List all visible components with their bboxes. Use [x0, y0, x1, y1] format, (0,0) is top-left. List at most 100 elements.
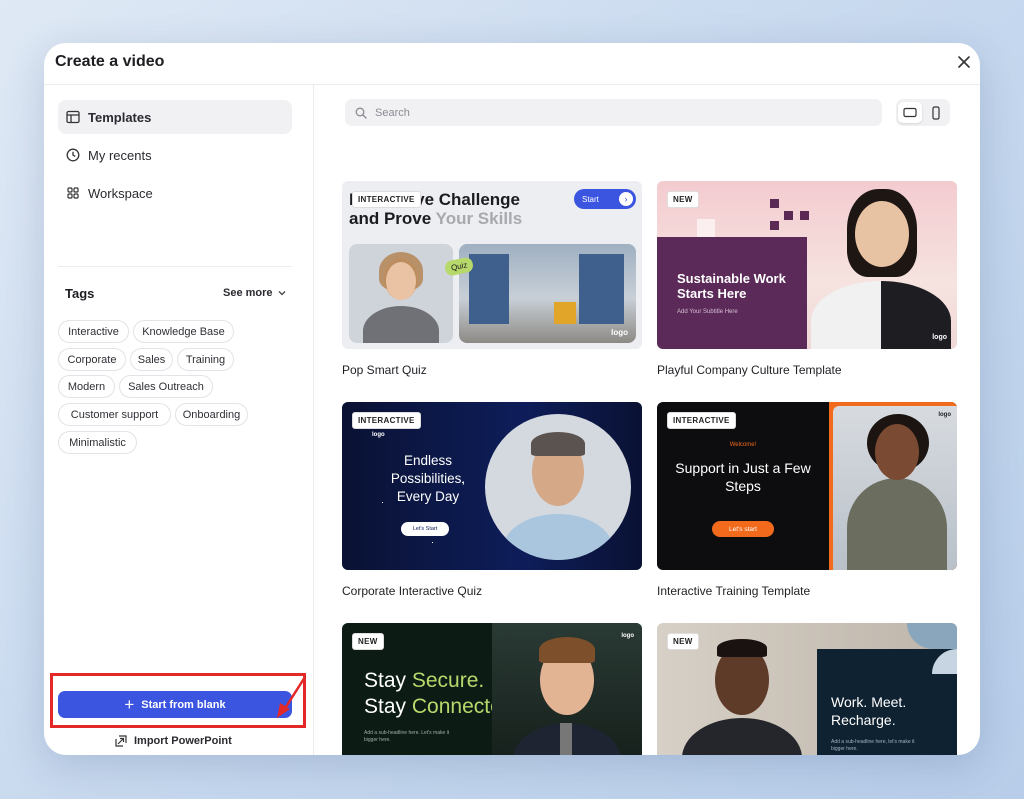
modal-title: Create a video: [55, 53, 165, 70]
portrait-icon: [932, 105, 940, 120]
start-from-blank-label: Start from blank: [141, 698, 226, 711]
thumb-photo-man: [485, 414, 631, 560]
template-card[interactable]: Sustainable Work Starts Here Add Your Su…: [657, 181, 957, 377]
sidebar: Templates My recents Workspace Tags See …: [44, 85, 314, 755]
grid-icon: [66, 186, 80, 200]
template-card[interactable]: Stay Secure. Stay Connected. Add a sub-h…: [342, 623, 642, 755]
thumb-panel: Sustainable Work Starts Here Add Your Su…: [657, 237, 807, 349]
see-more-button[interactable]: See more: [223, 287, 287, 299]
new-badge: NEW: [667, 633, 699, 650]
tag-chip[interactable]: Minimalistic: [58, 431, 137, 454]
thumb-text: Secure.: [411, 669, 485, 692]
template-title: Playful Company Culture Template: [657, 363, 842, 377]
new-badge: NEW: [667, 191, 699, 208]
templates-icon: [66, 110, 80, 124]
thumb-headline: Work. Meet. Recharge.: [831, 694, 907, 728]
thumb-text: Stay: [364, 695, 412, 718]
sidebar-item-my-recents[interactable]: My recents: [58, 138, 292, 172]
template-thumbnail: Sustainable Work Starts Here Add Your Su…: [657, 181, 957, 349]
thumb-start-pill: Let's start: [712, 521, 774, 537]
template-title: Pop Smart Quiz: [342, 363, 427, 377]
template-card[interactable]: logo Endless Possibilities, Every Day Le…: [342, 402, 642, 598]
see-more-label: See more: [223, 287, 273, 299]
thumb-start-pill: Start ›: [574, 189, 636, 209]
sidebar-divider: [58, 266, 292, 267]
thumb-photo-woman: [807, 181, 957, 349]
logo-text: logo: [611, 328, 628, 337]
import-icon: [115, 735, 127, 747]
template-title: Interactive Training Template: [657, 584, 811, 598]
landscape-icon: [903, 107, 917, 118]
logo-text: logo: [932, 334, 947, 341]
thumb-photo-man: logo: [492, 623, 642, 755]
tag-chip[interactable]: Customer support: [58, 403, 171, 426]
interactive-badge: INTERACTIVE: [352, 412, 421, 429]
template-thumbnail: Welcome! Support in Just a Few Steps Let…: [657, 402, 957, 570]
modal-header: Create a video: [44, 43, 980, 85]
thumb-subtitle: Add a sub-headline here, let's make it b…: [831, 739, 915, 752]
interactive-badge: INTERACTIVE: [352, 191, 421, 208]
sidebar-item-workspace[interactable]: Workspace: [58, 176, 292, 210]
tag-chip[interactable]: Sales: [130, 348, 173, 371]
import-powerpoint-label: Import PowerPoint: [134, 735, 232, 747]
tag-chip[interactable]: Training: [177, 348, 234, 371]
template-card[interactable]: Interactive Challenge and Prove Your Ski…: [342, 181, 642, 377]
thumb-text: and Prove: [349, 209, 436, 228]
chevron-down-icon: [278, 291, 285, 296]
stars-decoration: [372, 462, 373, 463]
tag-chip[interactable]: Interactive: [58, 320, 129, 343]
close-icon[interactable]: [954, 52, 974, 72]
tag-chip[interactable]: Knowledge Base: [133, 320, 234, 343]
logo-text: logo: [372, 432, 385, 438]
template-thumbnail: Interactive Challenge and Prove Your Ski…: [342, 181, 642, 349]
thumb-headline: Endless Possibilities, Every Day: [390, 453, 466, 504]
thumb-headline-2: and Prove Your Skills: [349, 209, 522, 228]
clock-icon: [66, 148, 80, 162]
import-powerpoint-button[interactable]: Import PowerPoint: [114, 734, 232, 748]
landscape-view-button[interactable]: [898, 102, 922, 123]
thumb-welcome: Welcome!: [729, 442, 757, 448]
plus-icon: +: [124, 695, 135, 714]
thumb-shape-decoration: [907, 623, 957, 649]
portrait-view-button[interactable]: [924, 102, 948, 123]
tag-chip[interactable]: Onboarding: [175, 403, 248, 426]
tag-chip[interactable]: Modern: [58, 375, 115, 398]
thumb-subtitle: Add a sub-headline here. Let's make it b…: [364, 730, 450, 743]
logo-text: logo: [938, 412, 951, 418]
aspect-ratio-toggle: [896, 99, 950, 126]
template-title: Corporate Interactive Quiz: [342, 584, 483, 598]
tags-heading: Tags: [65, 286, 95, 301]
create-video-modal: Create a video Templates My recents Work…: [44, 43, 980, 755]
sidebar-item-label: Workspace: [88, 185, 153, 201]
tag-chip[interactable]: Corporate: [58, 348, 126, 371]
thumb-photo-woman: [349, 244, 453, 343]
tag-chip[interactable]: Sales Outreach: [119, 375, 213, 398]
sidebar-item-label: My recents: [88, 147, 152, 163]
search-input[interactable]: Search: [345, 99, 882, 126]
new-badge: NEW: [352, 633, 384, 650]
thumb-text: Your Skills: [435, 209, 523, 228]
search-placeholder: Search: [375, 106, 410, 119]
arrow-right-icon: ›: [619, 192, 633, 206]
thumb-photo-woman: logo: [833, 406, 957, 570]
start-from-blank-button[interactable]: + Start from blank: [58, 691, 292, 718]
thumb-start-pill: Let's Start: [401, 522, 449, 536]
search-icon: [355, 107, 367, 119]
template-card[interactable]: Work. Meet. Recharge. Add a sub-headline…: [657, 623, 957, 755]
thumb-subtitle: Add Your Subtitle Here: [677, 309, 738, 315]
template-thumbnail: Stay Secure. Stay Connected. Add a sub-h…: [342, 623, 642, 755]
sidebar-item-templates[interactable]: Templates: [58, 100, 292, 134]
interactive-badge: INTERACTIVE: [667, 412, 736, 429]
sidebar-item-label: Templates: [88, 109, 152, 125]
annotation-arrow-icon: [277, 676, 307, 718]
template-thumbnail: logo Endless Possibilities, Every Day Le…: [342, 402, 642, 570]
thumb-text: Start: [582, 194, 599, 204]
thumb-text: Stay: [364, 669, 412, 692]
thumb-photo-warehouse: logo: [459, 244, 636, 343]
template-thumbnail: Work. Meet. Recharge. Add a sub-headline…: [657, 623, 957, 755]
logo-text: logo: [621, 633, 634, 639]
templates-panel: Search Interactive Challenge and Prove Y…: [315, 85, 980, 755]
thumb-headline: Sustainable Work Starts Here: [677, 271, 786, 301]
template-card[interactable]: Welcome! Support in Just a Few Steps Let…: [657, 402, 957, 598]
thumb-headline: Support in Just a Few Steps: [675, 460, 811, 494]
